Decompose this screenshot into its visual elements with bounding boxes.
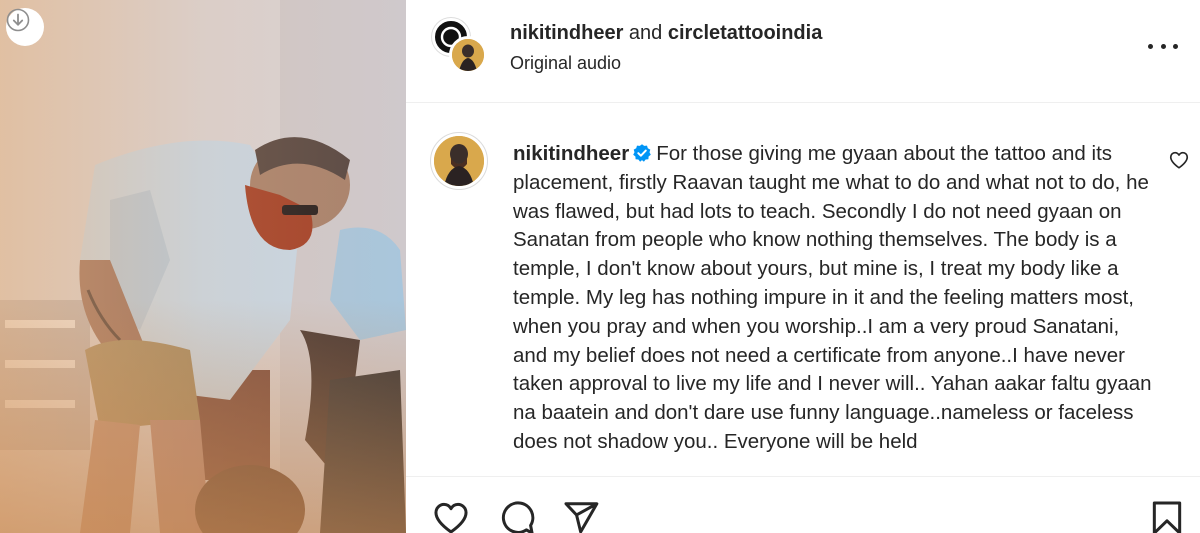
audio-link[interactable]: Original audio bbox=[510, 50, 822, 76]
reel-media[interactable] bbox=[0, 0, 406, 533]
author-link-circletattooindia[interactable]: circletattooindia bbox=[668, 22, 822, 44]
post-header: nikitindheer and circletattooindia Origi… bbox=[406, 0, 1200, 103]
more-options-icon[interactable] bbox=[1148, 36, 1178, 56]
post-authors: nikitindheer and circletattooindia bbox=[510, 20, 822, 46]
bookmark-icon[interactable] bbox=[1148, 499, 1186, 533]
profile-photo bbox=[452, 39, 484, 71]
comments-section[interactable]: nikitindheer For those giving me gyaan ab… bbox=[406, 104, 1200, 476]
post-actions-bar bbox=[406, 476, 1200, 533]
verified-badge-icon bbox=[633, 144, 651, 162]
profile-photo bbox=[434, 136, 484, 186]
avatar-nikitindheer[interactable] bbox=[449, 36, 487, 74]
collab-avatars[interactable] bbox=[432, 18, 488, 74]
comment-bubble-icon[interactable] bbox=[498, 499, 536, 533]
like-comment-heart-icon[interactable] bbox=[1168, 149, 1190, 171]
paper-plane-icon[interactable] bbox=[562, 499, 600, 533]
download-arrow-icon bbox=[6, 8, 30, 32]
comment-text: For those giving me gyaan about the tatt… bbox=[513, 142, 1152, 453]
authors-conjunction: and bbox=[628, 22, 663, 44]
author-link-nikitindheer[interactable]: nikitindheer bbox=[510, 22, 623, 44]
comment-avatar[interactable] bbox=[430, 132, 488, 190]
tattoo-studio-photo bbox=[0, 0, 406, 533]
heart-icon[interactable] bbox=[432, 499, 470, 533]
comment-username[interactable]: nikitindheer bbox=[513, 142, 629, 165]
post-details-panel: nikitindheer and circletattooindia Origi… bbox=[406, 0, 1200, 533]
caption-comment: nikitindheer For those giving me gyaan ab… bbox=[513, 140, 1153, 457]
download-button[interactable] bbox=[6, 8, 44, 46]
